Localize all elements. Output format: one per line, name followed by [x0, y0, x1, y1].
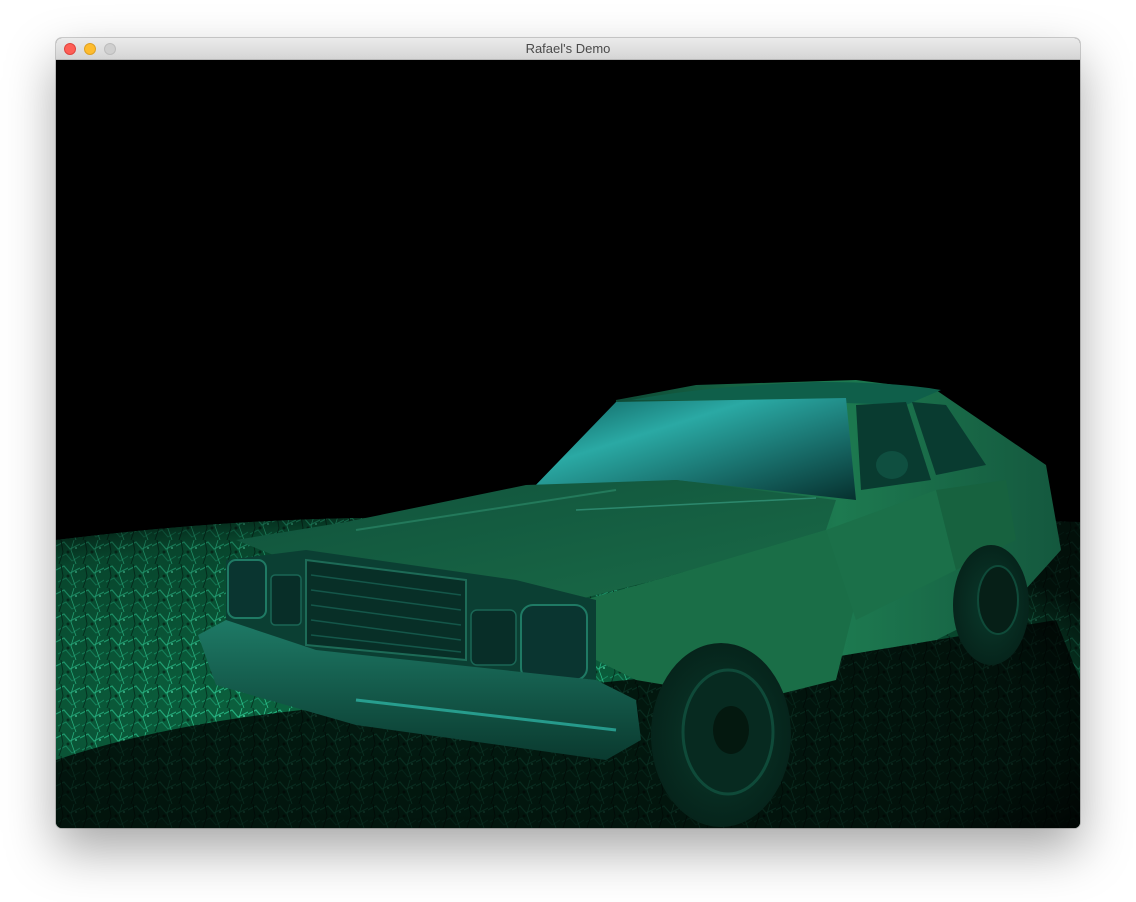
window-title: Rafael's Demo — [525, 41, 611, 56]
scene-canvas — [56, 380, 1080, 828]
rear-wheel — [953, 545, 1029, 665]
title-bar[interactable]: Rafael's Demo — [56, 38, 1080, 60]
render-viewport[interactable] — [56, 60, 1080, 828]
app-window: Rafael's Demo — [56, 38, 1080, 828]
front-wheel — [651, 643, 791, 827]
